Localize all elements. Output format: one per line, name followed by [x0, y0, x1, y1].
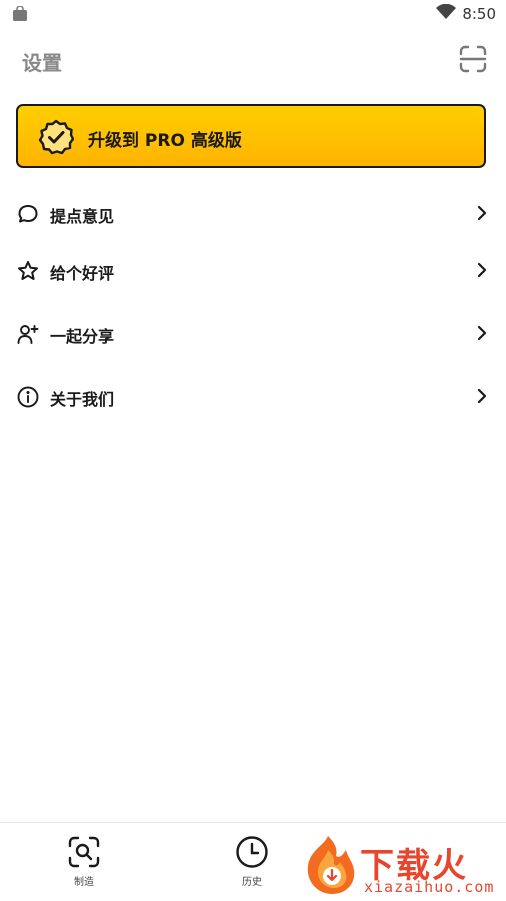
menu-item-label: 给个好评: [50, 264, 115, 283]
nav-create[interactable]: 制造: [54, 835, 114, 895]
scan-icon[interactable]: [458, 44, 488, 74]
upgrade-pro-label: 升级到 PRO 高级版: [88, 131, 242, 151]
nav-history[interactable]: 历史: [222, 835, 282, 895]
nav-label: 历史: [242, 877, 262, 888]
chevron-right-icon: [476, 205, 488, 221]
nav-label: 制造: [74, 877, 94, 888]
verified-badge-icon: [38, 119, 75, 155]
chevron-right-icon: [476, 325, 488, 341]
menu-item-rate[interactable]: 给个好评: [0, 250, 506, 290]
status-time: 8:50: [462, 5, 496, 23]
menu-item-label: 一起分享: [50, 327, 115, 346]
star-icon: [17, 260, 39, 282]
info-icon: [17, 386, 39, 408]
bag-icon: [12, 5, 28, 26]
chat-bubble-icon: [17, 203, 39, 225]
chevron-right-icon: [476, 262, 488, 278]
watermark-url: xiazaihuo.com: [364, 878, 495, 896]
menu-item-feedback[interactable]: 提点意见: [0, 193, 506, 233]
upgrade-pro-button[interactable]: 升级到 PRO 高级版: [16, 104, 486, 168]
clock-icon: [235, 835, 269, 869]
menu-item-label: 关于我们: [50, 390, 115, 409]
scan-search-icon: [67, 835, 101, 869]
menu-item-share[interactable]: 一起分享: [0, 313, 506, 353]
menu-item-about[interactable]: 关于我们: [0, 376, 506, 416]
watermark-logo: 下载火 xiazaihuo.com: [298, 832, 504, 898]
flame-logo-icon: [307, 836, 355, 894]
menu-item-label: 提点意见: [50, 207, 115, 226]
page-title: 设置: [22, 51, 62, 75]
chevron-right-icon: [476, 388, 488, 404]
status-bar: 8:50: [0, 0, 506, 28]
add-user-icon: [17, 323, 39, 345]
wifi-icon: [436, 3, 457, 24]
header: 设置: [0, 40, 506, 84]
